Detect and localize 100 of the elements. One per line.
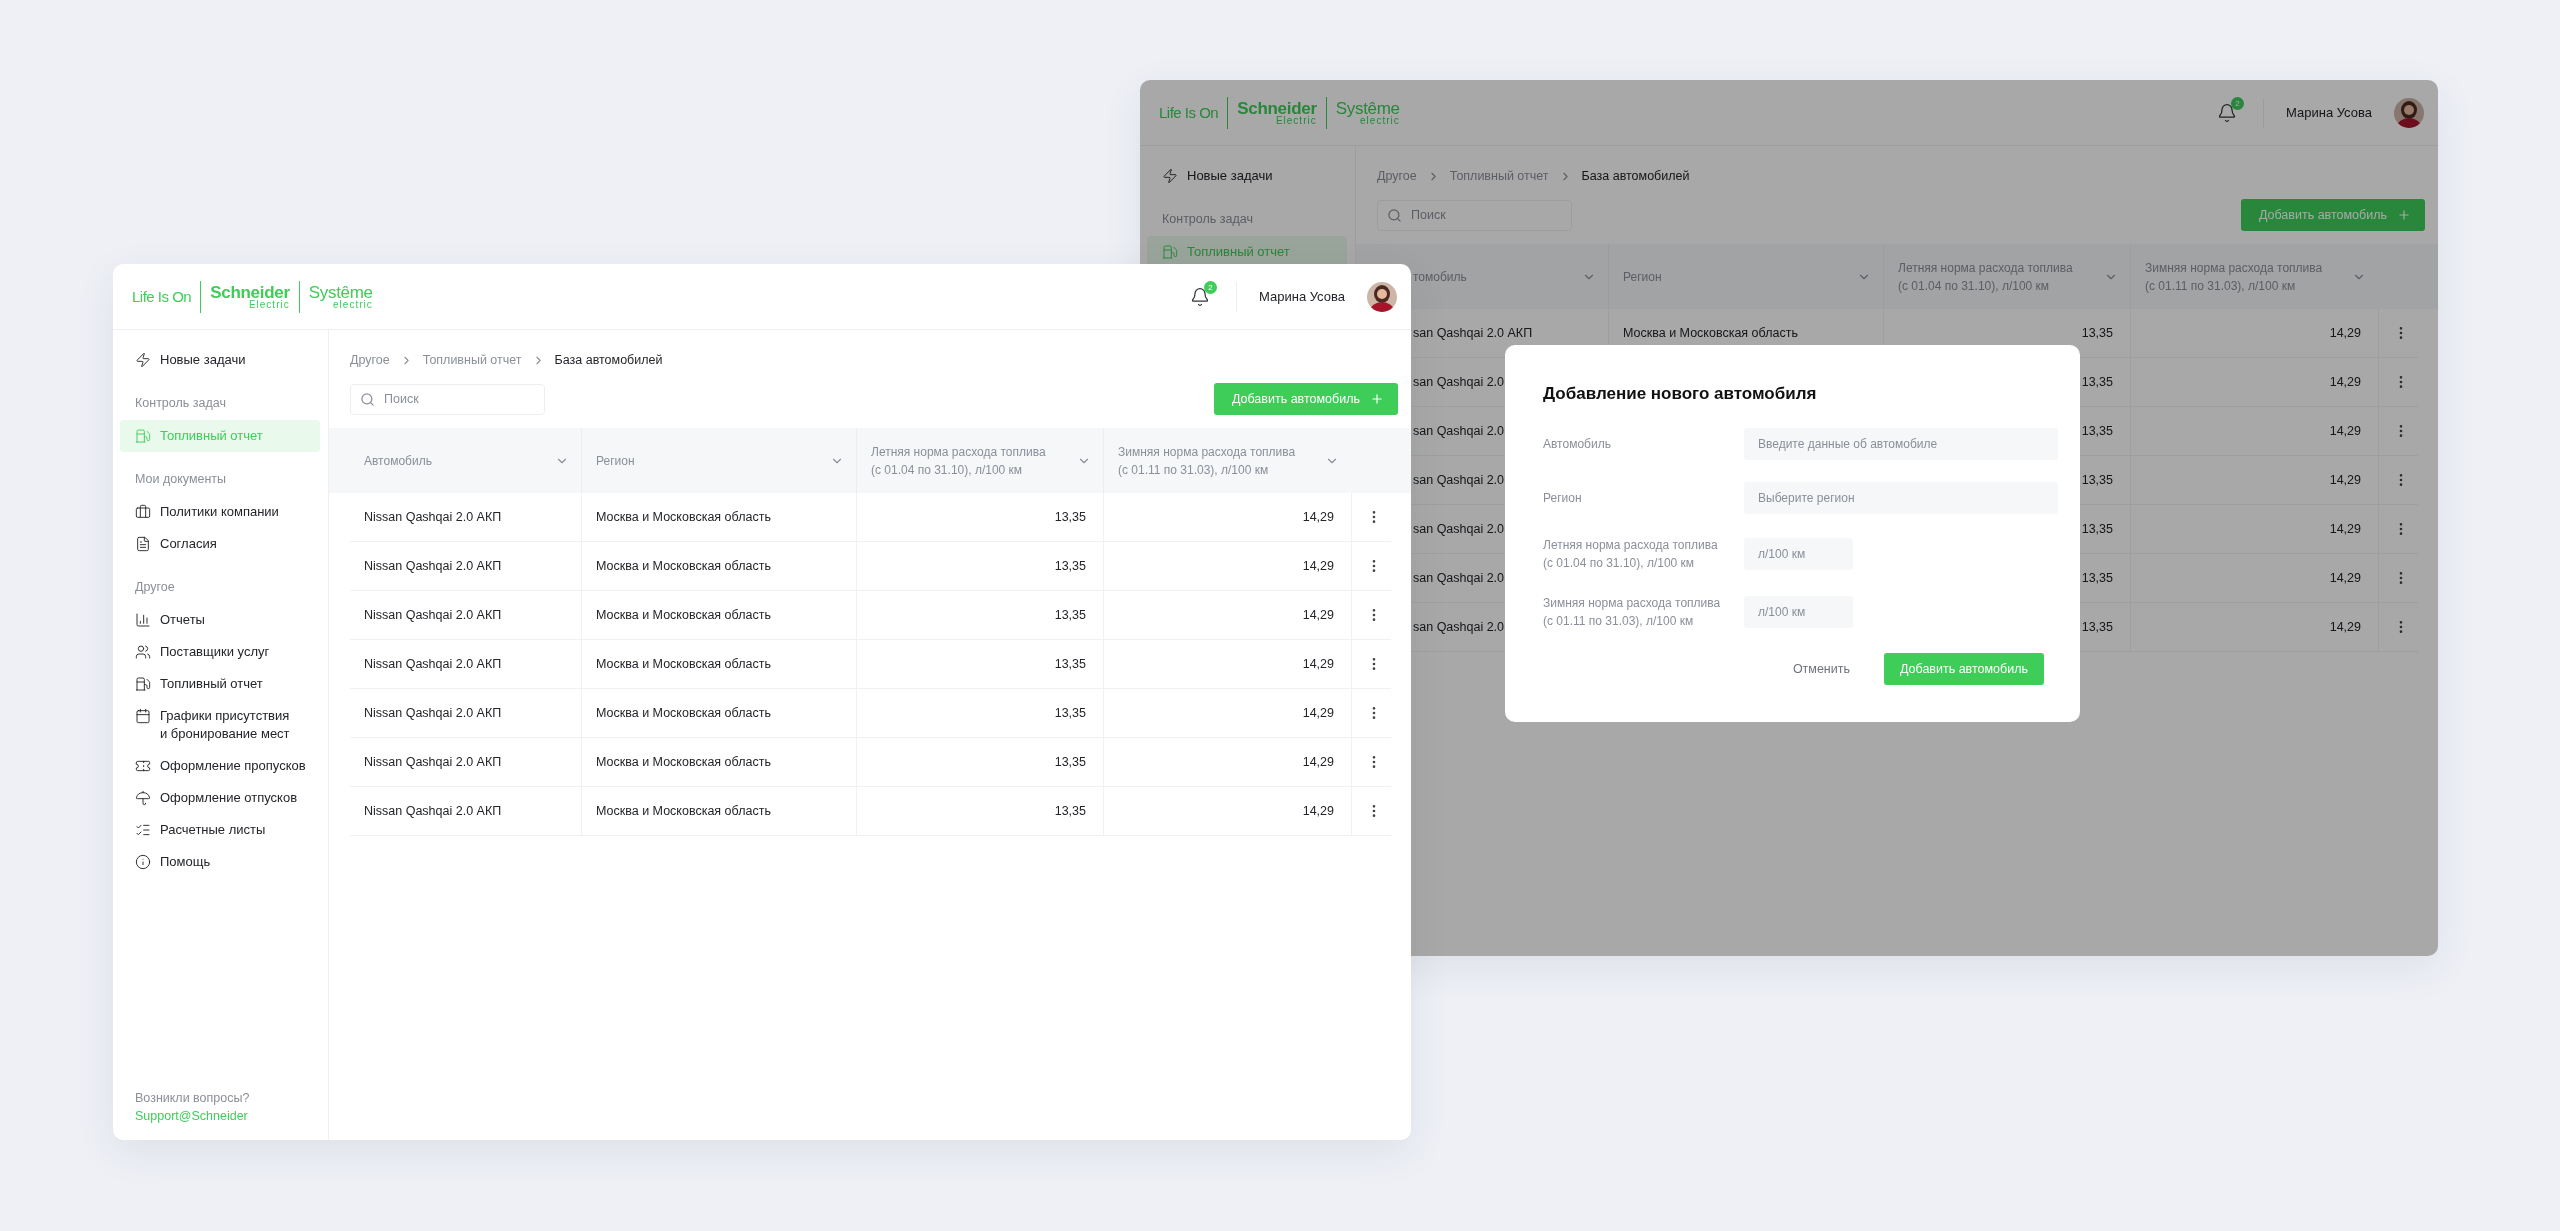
logo-brand-subtitle: Electric bbox=[248, 299, 290, 310]
table-cell: san Qashqai 2.0 bbox=[1413, 473, 1505, 487]
field-label: Летняя норма расхода топлива (с 01.04 по 31.10), л/100 км bbox=[1543, 537, 1719, 572]
bell-icon[interactable] bbox=[1190, 286, 1210, 307]
nav-item[interactable]: Новые задачи bbox=[1147, 160, 1347, 192]
table-cell: Москва и Московская область bbox=[596, 657, 771, 671]
table-cell: 14,29 bbox=[2329, 571, 2361, 585]
info-icon bbox=[135, 854, 151, 870]
bell-icon[interactable] bbox=[2217, 102, 2237, 123]
table-cell: Nissan Qashqai 2.0 АКП bbox=[364, 559, 502, 573]
table-cell: Nissan Qashqai 2.0 АКП bbox=[364, 657, 502, 671]
input-field[interactable]: л/100 км bbox=[1744, 596, 1853, 628]
fuel-pump-icon bbox=[1162, 244, 1178, 260]
cancel-button[interactable]: Отменить bbox=[1792, 662, 1850, 676]
nav-item[interactable]: Оформление отпусков bbox=[120, 782, 320, 814]
table-cell: san Qashqai 2.0 bbox=[1413, 571, 1505, 585]
document-icon bbox=[135, 536, 151, 552]
table-cell: san Qashqai 2.0 bbox=[1413, 620, 1505, 634]
table-cell: 14,29 bbox=[2329, 424, 2361, 438]
column-header[interactable]: Зимняя норма расхода топлива (с 01.11 по 31.03), л/100 км bbox=[1118, 442, 1296, 479]
breadcrumb-link[interactable]: Другое bbox=[350, 353, 390, 367]
calendar-icon bbox=[135, 708, 151, 724]
notification-badge: 2 bbox=[2231, 96, 2244, 110]
search-icon bbox=[1387, 207, 1402, 223]
table-cell: san Qashqai 2.0 АКП bbox=[1413, 326, 1533, 340]
input-field[interactable]: Введите данные об автомобиле bbox=[1744, 428, 2058, 460]
column-header[interactable]: Регион bbox=[1623, 267, 1662, 286]
nav-item[interactable]: Новые задачи bbox=[120, 344, 320, 376]
nav-item[interactable]: Графики присутствия и бронирование мест bbox=[120, 700, 320, 750]
column-header[interactable]: Регион bbox=[596, 451, 635, 470]
users-icon bbox=[135, 644, 151, 660]
avatar[interactable] bbox=[1367, 281, 1397, 312]
table-cell: Москва и Московская область bbox=[596, 755, 771, 769]
nav-item[interactable]: Оформление пропусков bbox=[120, 750, 320, 782]
logo-tagline: Life Is On bbox=[132, 288, 192, 305]
table-cell: 14,29 bbox=[1302, 755, 1334, 769]
field-label: Зимняя норма расхода топлива (с 01.11 по 31.03), л/100 км bbox=[1543, 595, 1722, 630]
table-cell: san Qashqai 2.0 bbox=[1413, 424, 1505, 438]
table-cell: Москва и Московская область bbox=[596, 559, 771, 573]
add-car-button[interactable]: Добавить автомобиль bbox=[2240, 199, 2425, 231]
table-cell: Nissan Qashqai 2.0 АКП bbox=[364, 510, 502, 524]
checklist-icon bbox=[135, 822, 151, 838]
table-cell: Nissan Qashqai 2.0 АКП bbox=[364, 608, 502, 622]
nav-item[interactable]: Топливный отчет bbox=[120, 668, 320, 700]
table-cell: 14,29 bbox=[2329, 473, 2361, 487]
nav-item[interactable]: Политики компании bbox=[120, 496, 320, 528]
nav-item[interactable]: Топливный отчет bbox=[120, 420, 320, 452]
help-question: Возникли вопросы? bbox=[135, 1090, 251, 1106]
search-field[interactable]: Поиск bbox=[1377, 199, 1572, 231]
add-car-button[interactable]: Добавить автомобиль bbox=[1213, 383, 1398, 415]
logo-brand-subtitle: Electric bbox=[1275, 115, 1317, 126]
column-header[interactable]: Зимняя норма расхода топлива (с 01.11 по 31.03), л/100 км bbox=[2145, 258, 2323, 295]
nav-item[interactable]: Помощь bbox=[120, 846, 320, 878]
input-field[interactable]: Выберите регион bbox=[1744, 482, 2058, 514]
avatar[interactable] bbox=[2394, 97, 2424, 128]
table-cell: san Qashqai 2.0 bbox=[1413, 522, 1505, 536]
breadcrumb-link[interactable]: Топливный отчет bbox=[422, 353, 522, 367]
submit-button[interactable]: Добавить автомобиль bbox=[1884, 653, 2044, 685]
table-cell: 13,35 bbox=[2081, 326, 2113, 340]
table-cell: 13,35 bbox=[1054, 510, 1086, 524]
column-header[interactable]: Летняя норма расхода топлива (с 01.04 по 31.10), л/100 км bbox=[871, 442, 1046, 479]
search-field[interactable]: Поиск bbox=[350, 383, 545, 415]
dialog-title: Добавление нового автомобиля bbox=[1543, 383, 1818, 405]
logo-brand: Schneider bbox=[210, 283, 290, 301]
table-cell: 13,35 bbox=[1054, 706, 1086, 720]
table-cell: 13,35 bbox=[2081, 620, 2113, 634]
table-cell: 13,35 bbox=[1054, 608, 1086, 622]
table-cell: 14,29 bbox=[2329, 620, 2361, 634]
table-cell: 13,35 bbox=[2081, 375, 2113, 389]
column-header[interactable]: Летняя норма расхода топлива (с 01.04 по 31.10), л/100 км bbox=[1898, 258, 2073, 295]
umbrella-icon bbox=[135, 790, 151, 806]
table-cell: 14,29 bbox=[1302, 706, 1334, 720]
logo-partner-subtitle: electric bbox=[333, 299, 373, 310]
section-title: Другое bbox=[135, 579, 176, 596]
nav-item[interactable]: Отчеты bbox=[120, 604, 320, 636]
breadcrumb-link[interactable]: Топливный отчет bbox=[1449, 169, 1549, 183]
nav-item[interactable]: Расчетные листы bbox=[120, 814, 320, 846]
nav-item[interactable]: Поставщики услуг bbox=[120, 636, 320, 668]
column-header[interactable]: Автомобиль bbox=[364, 451, 432, 470]
nav-item[interactable]: Согласия bbox=[120, 528, 320, 560]
table-cell: 13,35 bbox=[1054, 559, 1086, 573]
table-cell: 13,35 bbox=[1054, 657, 1086, 671]
support-link[interactable]: Support@Schneider bbox=[135, 1108, 328, 1124]
table-cell: 14,29 bbox=[1302, 608, 1334, 622]
breadcrumb-link[interactable]: База автомобилей bbox=[554, 353, 663, 367]
input-field[interactable]: л/100 км bbox=[1744, 538, 1853, 570]
table-cell: Москва и Московская область bbox=[596, 608, 771, 622]
column-header[interactable]: томобиль bbox=[1413, 267, 1467, 286]
section-title: Контроль задач bbox=[135, 395, 227, 412]
table-cell: 13,35 bbox=[1054, 804, 1086, 818]
table-cell: 13,35 bbox=[1054, 755, 1086, 769]
table-cell: san Qashqai 2.0 bbox=[1413, 375, 1505, 389]
section-title: Контроль задач bbox=[1162, 211, 1254, 228]
table-cell: 14,29 bbox=[1302, 510, 1334, 524]
breadcrumb-link[interactable]: База автомобилей bbox=[1581, 169, 1690, 183]
breadcrumb-link[interactable]: Другое bbox=[1377, 169, 1417, 183]
bar-chart-icon bbox=[135, 612, 151, 628]
table-cell: 13,35 bbox=[2081, 522, 2113, 536]
table-cell: Nissan Qashqai 2.0 АКП bbox=[364, 755, 502, 769]
plus-icon bbox=[2397, 208, 2411, 222]
